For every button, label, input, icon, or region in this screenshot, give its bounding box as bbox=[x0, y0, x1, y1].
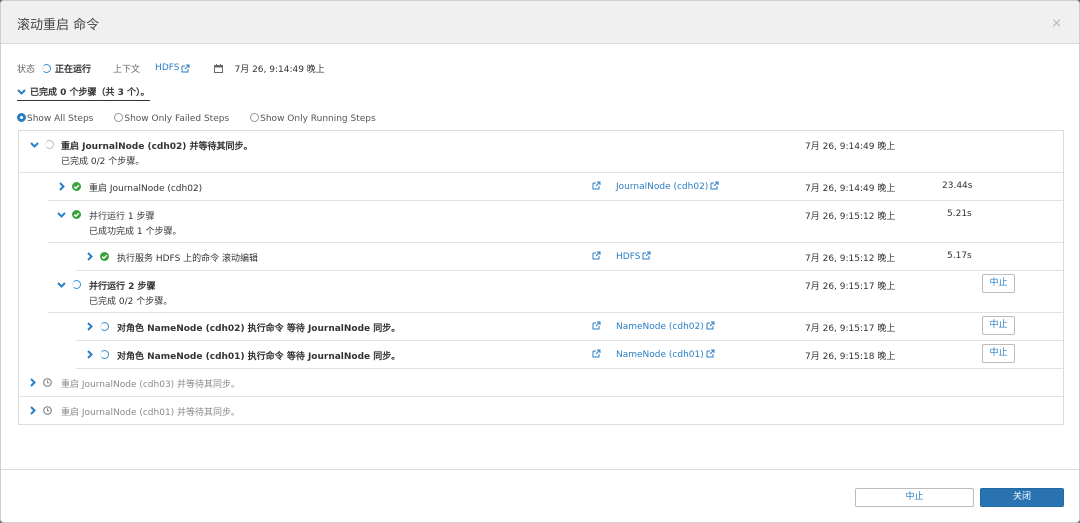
step-row: 重启 JournalNode (cdh02) JournalNode (cdh0… bbox=[48, 173, 1063, 201]
step-link[interactable]: HDFS bbox=[616, 251, 651, 262]
chevron-down-icon[interactable] bbox=[30, 140, 39, 149]
step-link-text: JournalNode (cdh02) bbox=[616, 182, 709, 192]
step-time: 7月 26, 9:15:12 晚上 bbox=[805, 212, 896, 222]
step-filters: Show All Steps Show Only Failed Steps Sh… bbox=[17, 113, 376, 124]
step-title: 重启 JournalNode (cdh01) 并等待其同步。 bbox=[61, 408, 241, 418]
chevron-right-icon[interactable] bbox=[57, 182, 66, 191]
spinner-icon bbox=[100, 322, 109, 331]
steps-table: 重启 JournalNode (cdh02) 并等待其同步。 已完成 0/2 个… bbox=[18, 130, 1064, 425]
step-row: 对角色 NameNode (cdh01) 执行命令 等待 JournalNode… bbox=[76, 341, 1063, 369]
external-link-icon[interactable] bbox=[592, 181, 601, 190]
filter-all[interactable]: Show All Steps bbox=[17, 113, 93, 124]
external-link-icon[interactable] bbox=[592, 321, 601, 330]
step-row: 重启 JournalNode (cdh02) 并等待其同步。 已完成 0/2 个… bbox=[19, 131, 1063, 173]
external-link-icon[interactable] bbox=[592, 349, 601, 358]
filter-all-label: Show All Steps bbox=[27, 114, 94, 124]
clock-icon bbox=[43, 378, 52, 387]
step-time: 7月 26, 9:14:49 晚上 bbox=[805, 184, 896, 194]
step-time: 7月 26, 9:15:17 晚上 bbox=[805, 324, 896, 334]
abort-step-button[interactable]: 中止 bbox=[982, 316, 1015, 335]
step-link-text: NameNode (cdh02) bbox=[616, 322, 704, 332]
abort-step-button[interactable]: 中止 bbox=[982, 344, 1015, 363]
dialog-footer: 中止 关闭 bbox=[1, 469, 1079, 522]
step-link-text: HDFS bbox=[616, 252, 641, 262]
filter-running[interactable]: Show Only Running Steps bbox=[250, 113, 376, 124]
external-link-icon[interactable] bbox=[592, 251, 601, 260]
step-sub: 已完成 0/2 个步骤。 bbox=[61, 157, 145, 167]
step-title: 并行运行 2 步骤 bbox=[89, 282, 156, 292]
step-title: 重启 JournalNode (cdh02) 并等待其同步。 bbox=[61, 142, 253, 152]
calendar-icon bbox=[214, 63, 224, 73]
close-button[interactable]: 关闭 bbox=[980, 488, 1064, 507]
chevron-down-icon[interactable] bbox=[57, 280, 66, 289]
spinner-icon bbox=[42, 63, 52, 73]
abort-step-button[interactable]: 中止 bbox=[982, 274, 1015, 293]
step-link[interactable]: NameNode (cdh01) bbox=[616, 349, 715, 360]
external-link-icon bbox=[642, 251, 651, 260]
status-label: 状态 bbox=[17, 64, 36, 75]
rolling-restart-dialog: 滚动重启 命令 × 状态 正在运行 上下文 HDFS 7月 26, 9:14:4… bbox=[0, 0, 1080, 523]
step-sub: 已完成 0/2 个步骤。 bbox=[89, 297, 173, 307]
radio-selected-icon bbox=[17, 113, 26, 122]
step-row: 执行服务 HDFS 上的命令 滚动编辑 HDFS 7月 26, 9:15:12 … bbox=[76, 243, 1063, 271]
step-title: 对角色 NameNode (cdh02) 执行命令 等待 JournalNode… bbox=[117, 324, 401, 334]
step-title: 对角色 NameNode (cdh01) 执行命令 等待 JournalNode… bbox=[117, 352, 401, 362]
filter-running-label: Show Only Running Steps bbox=[260, 114, 376, 124]
step-title: 并行运行 1 步骤 bbox=[89, 212, 155, 222]
status-value: 正在运行 bbox=[55, 64, 92, 75]
spinner-icon bbox=[72, 280, 81, 289]
chevron-down-icon bbox=[17, 87, 26, 96]
radio-icon bbox=[250, 113, 260, 122]
radio-icon bbox=[114, 113, 124, 122]
step-row: 重启 JournalNode (cdh03) 并等待其同步。 bbox=[19, 369, 1063, 397]
chevron-right-icon[interactable] bbox=[85, 322, 94, 331]
step-duration: 5.21s bbox=[947, 209, 972, 219]
step-title: 重启 JournalNode (cdh03) 并等待其同步。 bbox=[61, 380, 241, 390]
context-label: 上下文 bbox=[113, 64, 141, 75]
chevron-right-icon[interactable] bbox=[28, 378, 37, 387]
step-row: 并行运行 2 步骤 已完成 0/2 个步骤。 7月 26, 9:15:17 晚上… bbox=[48, 271, 1063, 313]
spinner-icon bbox=[100, 350, 109, 359]
dialog-header: 滚动重启 命令 × bbox=[1, 1, 1079, 44]
clock-icon bbox=[43, 406, 52, 415]
chevron-right-icon[interactable] bbox=[85, 350, 94, 359]
step-time: 7月 26, 9:15:12 晚上 bbox=[805, 254, 896, 264]
step-row: 重启 JournalNode (cdh01) 并等待其同步。 bbox=[19, 397, 1063, 425]
external-link-icon bbox=[706, 349, 715, 358]
step-title: 执行服务 HDFS 上的命令 滚动编辑 bbox=[117, 254, 259, 264]
status-line: 状态 正在运行 上下文 HDFS 7月 26, 9:14:49 晚上 bbox=[17, 62, 325, 75]
check-circle-icon bbox=[72, 210, 81, 219]
chevron-down-icon[interactable] bbox=[57, 210, 66, 219]
chevron-right-icon[interactable] bbox=[85, 252, 94, 261]
step-duration: 5.17s bbox=[947, 251, 972, 261]
close-icon[interactable]: × bbox=[1051, 16, 1062, 31]
progress-text: 已完成 0 个步骤（共 3 个）。 bbox=[30, 88, 150, 98]
step-row: 对角色 NameNode (cdh02) 执行命令 等待 JournalNode… bbox=[76, 313, 1063, 341]
filter-failed-label: Show Only Failed Steps bbox=[124, 114, 230, 124]
step-link-text: NameNode (cdh01) bbox=[616, 350, 704, 360]
step-time: 7月 26, 9:14:49 晚上 bbox=[805, 142, 896, 152]
status-time: 7月 26, 9:14:49 晚上 bbox=[234, 64, 325, 75]
external-link-icon[interactable] bbox=[181, 64, 190, 73]
context-link[interactable]: HDFS bbox=[155, 63, 179, 73]
step-title: 重启 JournalNode (cdh02) bbox=[89, 184, 203, 194]
abort-button[interactable]: 中止 bbox=[855, 488, 974, 507]
step-time: 7月 26, 9:15:17 晚上 bbox=[805, 282, 896, 292]
step-duration: 23.44s bbox=[942, 181, 973, 191]
external-link-icon bbox=[706, 321, 715, 330]
step-row: 并行运行 1 步骤 已成功完成 1 个步骤。 7月 26, 9:15:12 晚上… bbox=[48, 201, 1063, 243]
filter-failed[interactable]: Show Only Failed Steps bbox=[114, 113, 229, 124]
check-circle-icon bbox=[100, 252, 109, 261]
check-circle-icon bbox=[72, 182, 81, 191]
chevron-right-icon[interactable] bbox=[28, 406, 37, 415]
external-link-icon bbox=[710, 181, 719, 190]
step-sub: 已成功完成 1 个步骤。 bbox=[89, 227, 182, 237]
spinner-icon bbox=[45, 140, 54, 149]
step-time: 7月 26, 9:15:18 晚上 bbox=[805, 352, 896, 362]
progress-toggle[interactable]: 已完成 0 个步骤（共 3 个）。 bbox=[17, 85, 150, 101]
step-link[interactable]: NameNode (cdh02) bbox=[616, 321, 715, 332]
step-link[interactable]: JournalNode (cdh02) bbox=[616, 181, 719, 192]
dialog-title: 滚动重启 命令 bbox=[17, 18, 100, 33]
